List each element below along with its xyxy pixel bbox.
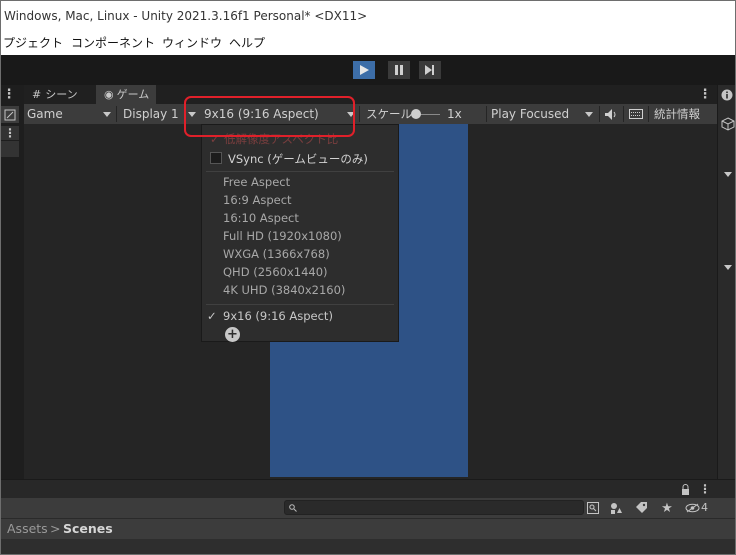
aspect-item-label: 4K UHD (3840x2160): [223, 283, 346, 297]
selected-aspect-label: 9x16 (9:16 Aspect): [223, 309, 333, 323]
check-icon: ✓: [207, 309, 217, 323]
project-content-area[interactable]: [1, 539, 735, 554]
favorite-star-icon[interactable]: ★: [660, 501, 674, 516]
menu-bar: プジェクト コンポーネント ウィンドウ ヘルプ: [1, 32, 735, 55]
menu-help[interactable]: ヘルプ: [229, 32, 265, 55]
info-icon[interactable]: [720, 88, 734, 102]
left-panel-strip: ⋮ ⋮: [1, 85, 24, 479]
bottom-panel-header: ⋮: [1, 479, 735, 498]
search-by-type-icon[interactable]: [586, 501, 600, 515]
aspect-item-label: Free Aspect: [223, 175, 291, 189]
tab-game-label: ゲーム: [116, 88, 150, 101]
display-select[interactable]: Display 1: [123, 104, 185, 124]
pause-button[interactable]: [388, 61, 410, 79]
aspect-item-full-hd[interactable]: Full HD (1920x1080): [202, 227, 398, 245]
aspect-item-qhd[interactable]: QHD (2560x1440): [202, 263, 398, 281]
aspect-item-label: Full HD (1920x1080): [223, 229, 342, 243]
window-title: Windows, Mac, Linux - Unity 2021.3.16f1 …: [1, 1, 735, 32]
game-view-toolbar: Game Display 1 9x16 (9:16 Aspect) スケール 1…: [24, 104, 717, 124]
tab-game[interactable]: ◉ ゲーム: [96, 85, 156, 104]
search-icon: [289, 504, 297, 512]
play-button[interactable]: [353, 61, 375, 79]
unity-editor-window: Windows, Mac, Linux - Unity 2021.3.16f1 …: [0, 0, 736, 555]
step-button[interactable]: [419, 61, 441, 79]
highlight-annotation: [184, 96, 355, 137]
aspect-item-4k-uhd[interactable]: 4K UHD (3840x2160): [202, 281, 398, 299]
panel-menu-icon[interactable]: ⋮: [1, 87, 17, 102]
divider: [599, 106, 600, 122]
panel-menu-icon-3[interactable]: ⋮: [699, 481, 711, 497]
aspect-item-free[interactable]: Free Aspect: [202, 173, 398, 191]
tab-bar-menu-icon[interactable]: ⋮: [698, 87, 712, 102]
audio-mute-icon[interactable]: [602, 106, 620, 122]
play-toolbar: [1, 55, 735, 85]
scale-label: スケール: [366, 107, 412, 121]
play-mode-chevron-icon: [585, 112, 593, 117]
divider: [359, 106, 360, 122]
aspect-item-16-9[interactable]: 16:9 Aspect: [202, 191, 398, 209]
breadcrumb-assets[interactable]: Assets: [7, 519, 48, 539]
vsync-checkbox[interactable]: [210, 152, 222, 164]
step-icon: [425, 65, 434, 75]
vsync-label: VSync (ゲームビューのみ): [228, 152, 368, 166]
aspect-item-label: QHD (2560x1440): [223, 265, 328, 279]
maximize-icon[interactable]: [1, 106, 19, 123]
view-tab-bar: # シーン ◉ ゲーム ⋮: [24, 85, 717, 104]
breadcrumb-separator: >: [50, 521, 61, 536]
add-aspect-icon[interactable]: +: [225, 327, 240, 342]
play-mode-label: Play Focused: [491, 107, 570, 121]
aspect-item-wxga[interactable]: WXGA (1366x768): [202, 245, 398, 263]
panel-menu-icon-2[interactable]: ⋮: [1, 126, 19, 140]
chevron-down-icon: [103, 112, 111, 117]
project-search-input[interactable]: [284, 500, 584, 515]
scale-slider-handle[interactable]: [411, 109, 421, 119]
aspect-item-label: 16:9 Aspect: [223, 193, 292, 207]
hidden-packages-icon[interactable]: [684, 501, 700, 515]
divider: [648, 106, 649, 122]
lock-icon[interactable]: [679, 482, 691, 496]
left-panel-item: [1, 141, 19, 157]
menu-project[interactable]: プジェクト: [3, 32, 63, 55]
hidden-packages-count: 4: [701, 501, 708, 514]
menu-window[interactable]: ウィンドウ: [162, 32, 222, 55]
keyboard-icon[interactable]: [627, 107, 645, 121]
collapse-arrow-icon[interactable]: [724, 172, 732, 177]
display-label: Display 1: [123, 107, 179, 121]
game-view-select[interactable]: Game: [27, 104, 115, 124]
gamepad-icon: ◉: [104, 88, 114, 101]
cube-icon[interactable]: [720, 116, 735, 132]
menu-divider: [206, 304, 394, 305]
aspect-dropdown-menu: ✓ 低解像度アスペクト比 VSync (ゲームビューのみ) Free Aspec…: [201, 124, 399, 342]
inspector-strip: [717, 85, 735, 479]
aspect-item-9x16-selected[interactable]: ✓ 9x16 (9:16 Aspect): [202, 307, 398, 325]
filter-by-type-icon[interactable]: [608, 501, 624, 515]
vsync-item[interactable]: VSync (ゲームビューのみ): [202, 150, 398, 168]
aspect-item-16-10[interactable]: 16:10 Aspect: [202, 209, 398, 227]
divider: [116, 106, 117, 122]
project-breadcrumb: Assets > Scenes: [1, 518, 735, 539]
breadcrumb-scenes[interactable]: Scenes: [63, 519, 113, 539]
pause-icon: [395, 65, 403, 75]
play-icon: [360, 65, 369, 75]
project-toolbar: ★ 4: [1, 498, 735, 518]
tab-scene[interactable]: # シーン: [24, 85, 96, 104]
aspect-item-label: 16:10 Aspect: [223, 211, 299, 225]
divider: [486, 106, 487, 122]
tab-scene-label: シーン: [45, 88, 78, 101]
stats-button[interactable]: 統計情報: [654, 104, 710, 124]
menu-divider: [206, 171, 394, 172]
aspect-item-label: WXGA (1366x768): [223, 247, 330, 261]
scale-value: 1x: [447, 107, 462, 121]
divider: [623, 106, 624, 122]
game-view-label: Game: [27, 107, 63, 121]
play-focus-select[interactable]: Play Focused: [491, 104, 595, 124]
tag-icon[interactable]: [634, 501, 648, 515]
collapse-arrow-icon-2[interactable]: [724, 265, 732, 270]
menu-component[interactable]: コンポーネント: [71, 32, 155, 55]
grid-icon: #: [32, 88, 42, 101]
